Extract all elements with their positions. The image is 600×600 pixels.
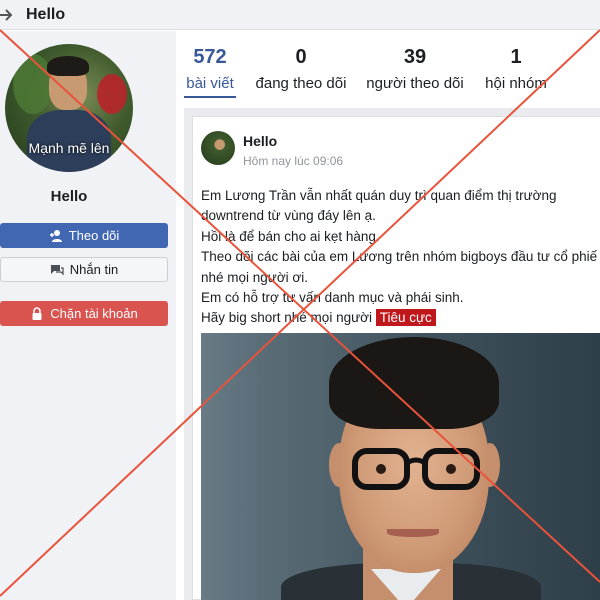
post-card: Hello Hôm nay lúc 09:06 Em Lương Trần vẫ… — [192, 116, 600, 600]
profile-sidebar: Mạnh mẽ lên Hello Theo dõi Nhắn tin Chặn… — [0, 31, 176, 600]
negative-tag: Tiêu cực — [375, 309, 436, 327]
stat-label: đang theo dõi — [255, 75, 347, 92]
post-line-last: Hãy big short nhé mọi người Tiêu cực — [201, 308, 600, 328]
follow-button-label: Theo dõi — [68, 228, 120, 243]
post-author-name[interactable]: Hello — [243, 133, 277, 149]
stat-value: 39 — [403, 46, 427, 68]
message-button-label: Nhắn tin — [69, 262, 119, 277]
block-account-button[interactable]: Chặn tài khoản — [0, 301, 168, 326]
post-line: nhé mọi người ơi. — [201, 269, 309, 285]
arrow-right-icon[interactable] — [0, 6, 14, 24]
page-title: Hello — [26, 6, 66, 23]
lock-icon — [32, 306, 42, 320]
post-photo[interactable] — [201, 333, 600, 600]
stat-value: 1 — [510, 46, 522, 68]
message-button[interactable]: Nhắn tin — [0, 257, 168, 282]
post-timestamp[interactable]: Hôm nay lúc 09:06 — [243, 154, 343, 168]
stat-followers[interactable]: 39 người theo dõi — [364, 46, 466, 92]
stat-following[interactable]: 0 đang theo dõi — [251, 46, 351, 92]
chat-icon — [50, 264, 64, 275]
block-account-label: Chặn tài khoản — [50, 306, 138, 321]
active-tab-indicator — [184, 96, 236, 98]
post-line: Hãy big short nhé mọi người — [201, 310, 372, 326]
profile-avatar[interactable]: Mạnh mẽ lên — [5, 44, 133, 172]
post-text: Em Lương Trần vẫn nhất quán duy trì quan… — [201, 186, 600, 329]
stat-label: người theo dõi — [366, 75, 464, 92]
feed: Hello Hôm nay lúc 09:06 Em Lương Trần vẫ… — [184, 108, 600, 600]
stat-label: hội nhóm — [485, 75, 547, 92]
post-line: Em Lương Trần vẫn nhất quán duy trì quan… — [201, 188, 557, 203]
follow-button[interactable]: Theo dõi — [0, 223, 168, 248]
profile-name: Hello — [50, 188, 88, 205]
stat-label: bài viết — [186, 75, 234, 92]
add-user-icon — [49, 229, 62, 242]
stat-posts[interactable]: 572 bài viết — [184, 46, 236, 92]
profile-stats: 572 bài viết 0 đang theo dõi 39 người th… — [176, 36, 600, 102]
post-line: Hồi là để bán cho ai kẹt hàng. — [201, 228, 380, 244]
post-line: downtrend từ vùng đáy lên ạ. — [201, 208, 376, 224]
avatar-caption: Mạnh mẽ lên — [28, 140, 110, 156]
post-author-avatar[interactable] — [201, 131, 235, 165]
stat-value: 572 — [193, 46, 227, 68]
stat-value: 0 — [295, 46, 307, 68]
post-line: Theo dõi các bài của em Lương trên nhóm … — [201, 249, 598, 265]
top-bar: Hello — [0, 0, 600, 30]
stat-groups[interactable]: 1 hội nhóm — [483, 46, 549, 92]
post-line: Em có hỗ trợ tư vấn danh mục và phái sin… — [201, 290, 464, 306]
